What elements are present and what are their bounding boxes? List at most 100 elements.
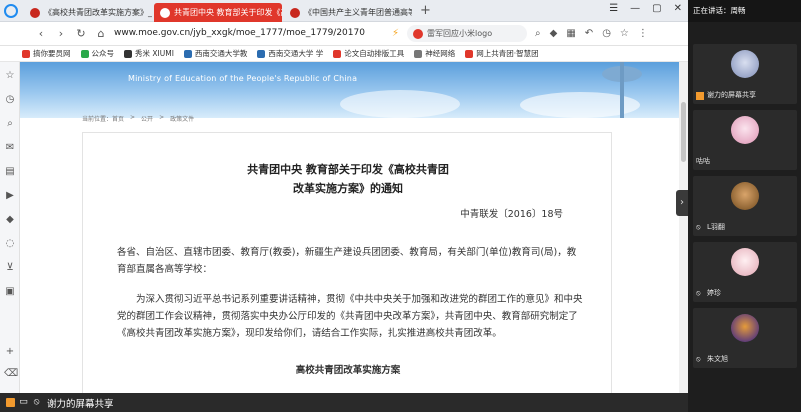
toolbar-icons: ⌕ ◆ ▦ ↶ ◷ ☆ ⋮ bbox=[535, 28, 648, 39]
search-icon[interactable]: ⌕ bbox=[535, 28, 541, 39]
tab-favicon-icon bbox=[290, 7, 300, 18]
document-subtitle: 高校共青团改革实施方案 bbox=[295, 365, 401, 376]
speaker-prefix: 正在讲话： bbox=[693, 6, 731, 15]
site-banner: Ministry of Education of the People's Re… bbox=[20, 62, 688, 118]
breadcrumb-separator: > bbox=[159, 114, 165, 121]
menu-icon[interactable]: ☰ bbox=[609, 3, 618, 14]
share-label: 谢力的屏幕共享 bbox=[47, 398, 114, 410]
meeting-panel: › 正在讲话：周畅 谢力的屏幕共享 咕咕 ⦸ L羽翻 ⦸ 婷珍 ⦸ 朱文旭 bbox=[676, 0, 801, 412]
game-icon[interactable]: ◆ bbox=[550, 28, 558, 39]
browser-window: 《高校共青团改革实施方案》_百度 × 共青团中央 教育部关于印发《高校共 × 《… bbox=[0, 0, 688, 393]
scroll-thumb[interactable] bbox=[681, 102, 686, 162]
nav-buttons: ‹ › ↻ ⌂ bbox=[32, 27, 110, 40]
bookmark-icon bbox=[465, 49, 474, 58]
document-paragraph: 为深入贯彻习近平总书记系列重要讲话精神，贯彻《中共中央关于加强和改进党的群团工作… bbox=[117, 294, 583, 339]
trash-icon[interactable]: ⌫ bbox=[4, 368, 18, 379]
minimize-icon[interactable]: — bbox=[630, 3, 640, 14]
browser-logo-icon[interactable] bbox=[4, 4, 18, 18]
participant-tile[interactable]: ⦸ L羽翻 bbox=[693, 176, 797, 236]
home-icon[interactable]: ⌂ bbox=[92, 27, 110, 40]
tab-favicon-icon bbox=[160, 7, 170, 18]
tab-moe-notice[interactable]: 共青团中央 教育部关于印发《高校共 × bbox=[154, 3, 282, 22]
grid-icon[interactable]: ▦ bbox=[566, 28, 575, 39]
history-icon[interactable]: ◷ bbox=[602, 28, 611, 39]
bookmark-item[interactable]: 神经网络 bbox=[414, 48, 455, 59]
document-title: 共青团中央 教育部关于印发《高校共青团 bbox=[247, 163, 449, 176]
bookmark-icon bbox=[80, 49, 89, 58]
share-status-icon bbox=[6, 398, 15, 407]
close-window-icon[interactable]: ✕ bbox=[674, 3, 682, 14]
screen: 《高校共青团改革实施方案》_百度 × 共青团中央 教育部关于印发《高校共 × 《… bbox=[0, 0, 801, 412]
speaker-name: 周畅 bbox=[730, 6, 746, 15]
more-icon[interactable]: ⋮ bbox=[638, 28, 648, 39]
page-scrollbar[interactable] bbox=[679, 62, 688, 393]
participant-tile[interactable]: ⦸ 婷珍 bbox=[693, 242, 797, 302]
bookmark-item[interactable]: 秀米 XIUMI bbox=[124, 48, 174, 59]
search-engine-icon bbox=[413, 28, 424, 39]
avatar bbox=[731, 182, 759, 210]
web-page: Ministry of Education of the People's Re… bbox=[20, 62, 688, 393]
breadcrumb-item[interactable]: 公开 bbox=[141, 114, 153, 123]
game-icon[interactable]: ◆ bbox=[4, 214, 16, 225]
participant-tile[interactable]: ⦸ 朱文旭 bbox=[693, 308, 797, 368]
search-box[interactable]: 雷军回应小米logo bbox=[407, 25, 528, 42]
participant-tile[interactable]: 谢力的屏幕共享 bbox=[693, 44, 797, 104]
document-number: 中青联发〔2016〕18号 bbox=[460, 209, 563, 220]
url-input[interactable] bbox=[114, 25, 374, 42]
bookmark-item[interactable]: 西南交通大学教 bbox=[183, 48, 247, 59]
mic-off-icon[interactable]: ⦸ bbox=[32, 398, 41, 407]
active-speaker-bar: 正在讲话：周畅 bbox=[688, 0, 801, 22]
mic-off-icon: ⦸ bbox=[696, 223, 701, 231]
tab-baidu-search[interactable]: 《高校共青团改革实施方案》_百度 × bbox=[24, 3, 152, 22]
avatar bbox=[731, 314, 759, 342]
bookmark-item[interactable]: 论文自动排版工具 bbox=[333, 48, 404, 59]
share-status-icon bbox=[696, 92, 704, 100]
collection-icon[interactable]: ▤ bbox=[4, 166, 16, 177]
banner-tower bbox=[620, 62, 624, 118]
cart-icon[interactable]: ⊻ bbox=[4, 262, 16, 273]
bookmark-icon bbox=[333, 49, 342, 58]
bookmark-item[interactable]: 网上共青团·智慧团 bbox=[465, 48, 539, 59]
document-title: 改革实施方案》的通知 bbox=[293, 182, 403, 195]
breadcrumb-item[interactable]: 政策文件 bbox=[170, 114, 194, 123]
window-controls: ☰ — ▢ ✕ bbox=[609, 3, 682, 14]
participant-name: L羽翻 bbox=[707, 223, 725, 231]
breadcrumb: 当前位置：首页 > 公开 > 政策文件 bbox=[82, 114, 194, 123]
bookmark-item[interactable]: 搞你要员网 bbox=[22, 48, 71, 59]
collapse-panel-icon[interactable]: › bbox=[676, 190, 688, 216]
bookmark-icon bbox=[257, 49, 266, 58]
star-icon[interactable]: ☆ bbox=[620, 28, 629, 39]
history-icon[interactable]: ◷ bbox=[4, 94, 16, 105]
banner-cloud bbox=[340, 90, 460, 118]
avatar bbox=[731, 116, 759, 144]
lightning-icon[interactable]: ⚡ bbox=[392, 28, 399, 39]
screen-icon: ▭ bbox=[19, 397, 28, 407]
video-icon[interactable]: ▶ bbox=[4, 190, 16, 201]
tab-label: 共青团中央 教育部关于印发《高校共 bbox=[174, 8, 282, 17]
search-suggestion: 雷军回应小米logo bbox=[427, 29, 493, 38]
chat-icon[interactable]: ◌ bbox=[4, 238, 16, 249]
mail-icon[interactable]: ✉ bbox=[4, 142, 16, 153]
maximize-icon[interactable]: ▢ bbox=[652, 3, 661, 14]
participant-name: 咕咕 bbox=[696, 157, 710, 165]
site-title: Ministry of Education of the People's Re… bbox=[128, 74, 358, 83]
participant-tile[interactable]: 咕咕 bbox=[693, 110, 797, 170]
breadcrumb-item[interactable]: 当前位置：首页 bbox=[82, 114, 124, 123]
tab-league-regulation[interactable]: 《中国共产主义青年团普通高等学校 × bbox=[284, 3, 412, 22]
star-icon[interactable]: ☆ bbox=[4, 70, 16, 81]
participant-name: 谢力的屏幕共享 bbox=[707, 91, 756, 99]
tab-label: 《高校共青团改革实施方案》_百度 bbox=[44, 8, 152, 17]
bookmark-icon bbox=[414, 49, 423, 58]
new-tab-button[interactable]: + bbox=[420, 3, 431, 18]
back-icon[interactable]: ‹ bbox=[32, 27, 50, 40]
search-icon[interactable]: ⌕ bbox=[4, 118, 16, 129]
box-icon[interactable]: ▣ bbox=[4, 286, 16, 297]
bookmark-item[interactable]: 西南交通大学 学 bbox=[257, 48, 323, 59]
undo-icon[interactable]: ↶ bbox=[585, 28, 593, 39]
bookmark-item[interactable]: 公众号 bbox=[80, 48, 114, 59]
bookmarks-bar: 搞你要员网 公众号 秀米 XIUMI 西南交通大学教 西南交通大学 学 论文自动… bbox=[0, 46, 688, 62]
browser-sidebar: ☆ ◷ ⌕ ✉ ▤ ▶ ◆ ◌ ⊻ ▣ + ⌫ bbox=[0, 62, 20, 393]
forward-icon[interactable]: › bbox=[52, 27, 70, 40]
add-icon[interactable]: + bbox=[4, 346, 16, 357]
reload-icon[interactable]: ↻ bbox=[72, 27, 90, 40]
